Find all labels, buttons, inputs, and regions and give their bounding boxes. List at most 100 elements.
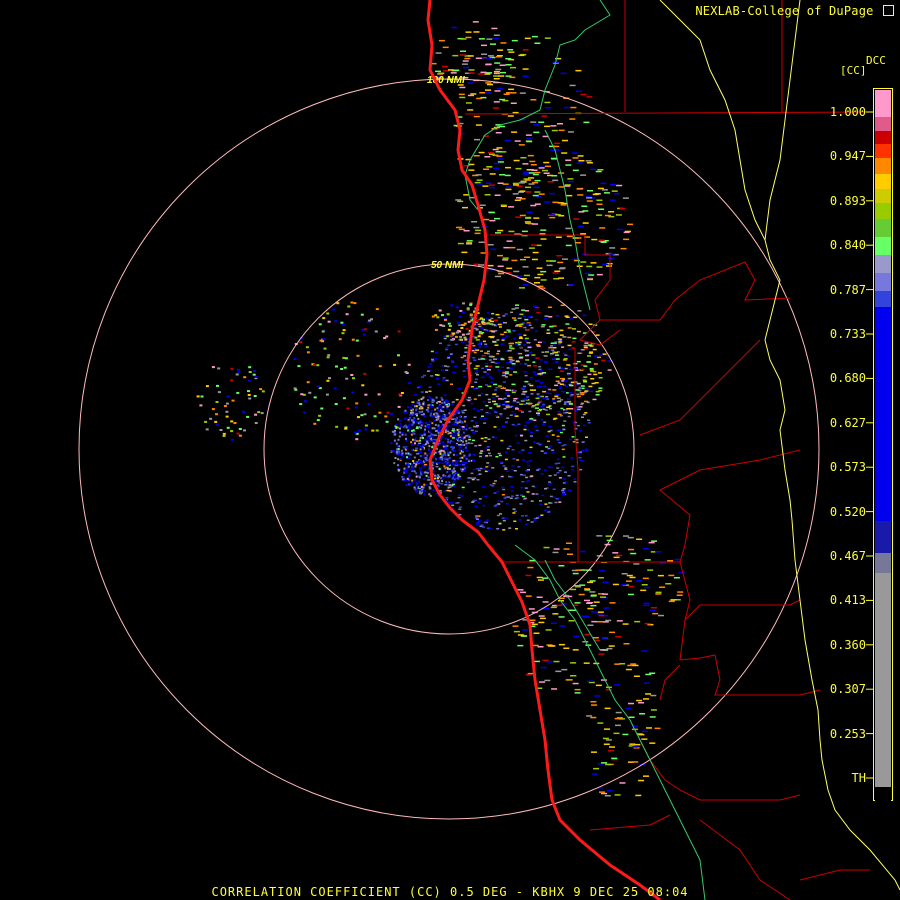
- echo-pixel: [534, 42, 541, 44]
- echo-pixel: [534, 179, 541, 182]
- echo-pixel: [496, 87, 503, 90]
- echo-pixel: [503, 246, 510, 249]
- echo-pixel: [473, 499, 477, 502]
- echo-pixel: [538, 193, 545, 195]
- echo-pixel: [592, 193, 599, 196]
- echo-pixel: [499, 64, 506, 66]
- echo-pixel: [513, 270, 520, 273]
- scale-tick-label: TH: [851, 771, 866, 785]
- echo-pixel: [538, 615, 545, 617]
- echo-pixel: [502, 425, 505, 427]
- echo-pixel: [596, 214, 603, 216]
- echo-pixel: [488, 359, 492, 361]
- echo-pixel: [500, 343, 505, 345]
- echo-pixel: [401, 478, 404, 481]
- echo-pixel: [506, 470, 510, 472]
- scale-tick-label: 0.520: [829, 504, 866, 519]
- echo-pixel: [534, 276, 541, 279]
- echo-pixel: [458, 93, 465, 96]
- echo-pixel: [605, 763, 612, 766]
- echo-pixel: [431, 315, 435, 318]
- echo-pixel: [435, 70, 441, 73]
- echo-pixel: [562, 428, 566, 431]
- echo-pixel: [584, 390, 589, 392]
- echo-pixel: [416, 443, 419, 446]
- echo-pixel: [535, 357, 540, 359]
- echo-pixel: [516, 442, 520, 444]
- echo-pixel: [465, 424, 468, 427]
- echo-pixel: [633, 563, 640, 565]
- echo-pixel: [480, 71, 487, 74]
- echo-pixel: [538, 579, 544, 581]
- echo-pixel: [233, 422, 237, 424]
- echo-pixel: [474, 232, 481, 235]
- echo-pixel: [519, 363, 523, 365]
- echo-pixel: [473, 351, 477, 354]
- echo-pixel: [487, 398, 491, 401]
- echo-pixel: [406, 477, 409, 480]
- echo-pixel: [544, 125, 551, 128]
- echo-pixel: [561, 489, 565, 492]
- range-ring-50-label: 50 NMI: [431, 260, 463, 271]
- echo-pixel: [644, 622, 651, 625]
- echo-pixel: [589, 591, 596, 593]
- echo-pixel: [609, 199, 616, 201]
- credit-label[interactable]: NEXLAB-College of DuPage: [695, 4, 894, 18]
- echo-pixel: [574, 259, 580, 262]
- echo-pixel: [600, 679, 607, 681]
- echo-pixel: [238, 428, 242, 430]
- scale-tick-label: 0.627: [829, 415, 866, 430]
- echo-pixel: [598, 390, 603, 392]
- echo-pixel: [580, 93, 587, 96]
- echo-pixel: [490, 43, 496, 45]
- echo-pixel: [405, 452, 407, 455]
- echo-pixel: [461, 426, 465, 428]
- echo-pixel: [322, 317, 326, 320]
- echo-pixel: [603, 607, 610, 609]
- echo-pixel: [596, 266, 603, 268]
- echo-pixel: [467, 459, 471, 461]
- echo-pixel: [593, 767, 600, 770]
- echo-pixel: [424, 463, 427, 466]
- echo-pixel: [530, 393, 534, 395]
- echo-pixel: [472, 460, 476, 462]
- echo-pixel: [430, 410, 433, 413]
- echo-pixel: [527, 346, 532, 349]
- echo-pixel: [489, 484, 493, 486]
- echo-pixel: [467, 82, 474, 84]
- echo-pixel: [462, 363, 466, 365]
- echo-pixel: [415, 482, 418, 485]
- echo-pixel: [502, 381, 506, 383]
- echo-pixel: [440, 396, 443, 399]
- echo-pixel: [599, 354, 603, 356]
- echo-pixel: [526, 328, 531, 331]
- echo-pixel: [411, 411, 414, 414]
- echo-pixel: [419, 419, 422, 422]
- echo-pixel: [601, 762, 608, 764]
- echo-pixel: [486, 166, 493, 168]
- echo-pixel: [518, 352, 523, 355]
- echo-pixel: [458, 508, 462, 510]
- echo-pixel: [565, 323, 570, 325]
- echo-pixel: [299, 341, 303, 344]
- echo-pixel: [449, 451, 452, 454]
- echo-pixel: [562, 493, 565, 496]
- echo-pixel: [598, 377, 603, 379]
- echo-pixel: [555, 380, 560, 382]
- echo-pixel: [525, 674, 532, 676]
- echo-pixel: [431, 415, 434, 418]
- echo-pixel: [355, 339, 359, 342]
- echo-pixel: [487, 322, 491, 325]
- echo-pixel: [629, 743, 636, 745]
- echo-pixel: [519, 403, 524, 405]
- echo-pixel: [485, 373, 489, 375]
- echo-pixel: [500, 358, 505, 361]
- echo-pixel: [608, 645, 615, 647]
- echo-pixel: [577, 194, 584, 196]
- echo-pixel: [458, 506, 462, 508]
- echo-pixel: [454, 421, 458, 423]
- echo-pixel: [476, 521, 480, 524]
- color-scale-segment: [875, 552, 891, 574]
- echo-pixel: [510, 490, 514, 492]
- echo-pixel: [498, 476, 502, 479]
